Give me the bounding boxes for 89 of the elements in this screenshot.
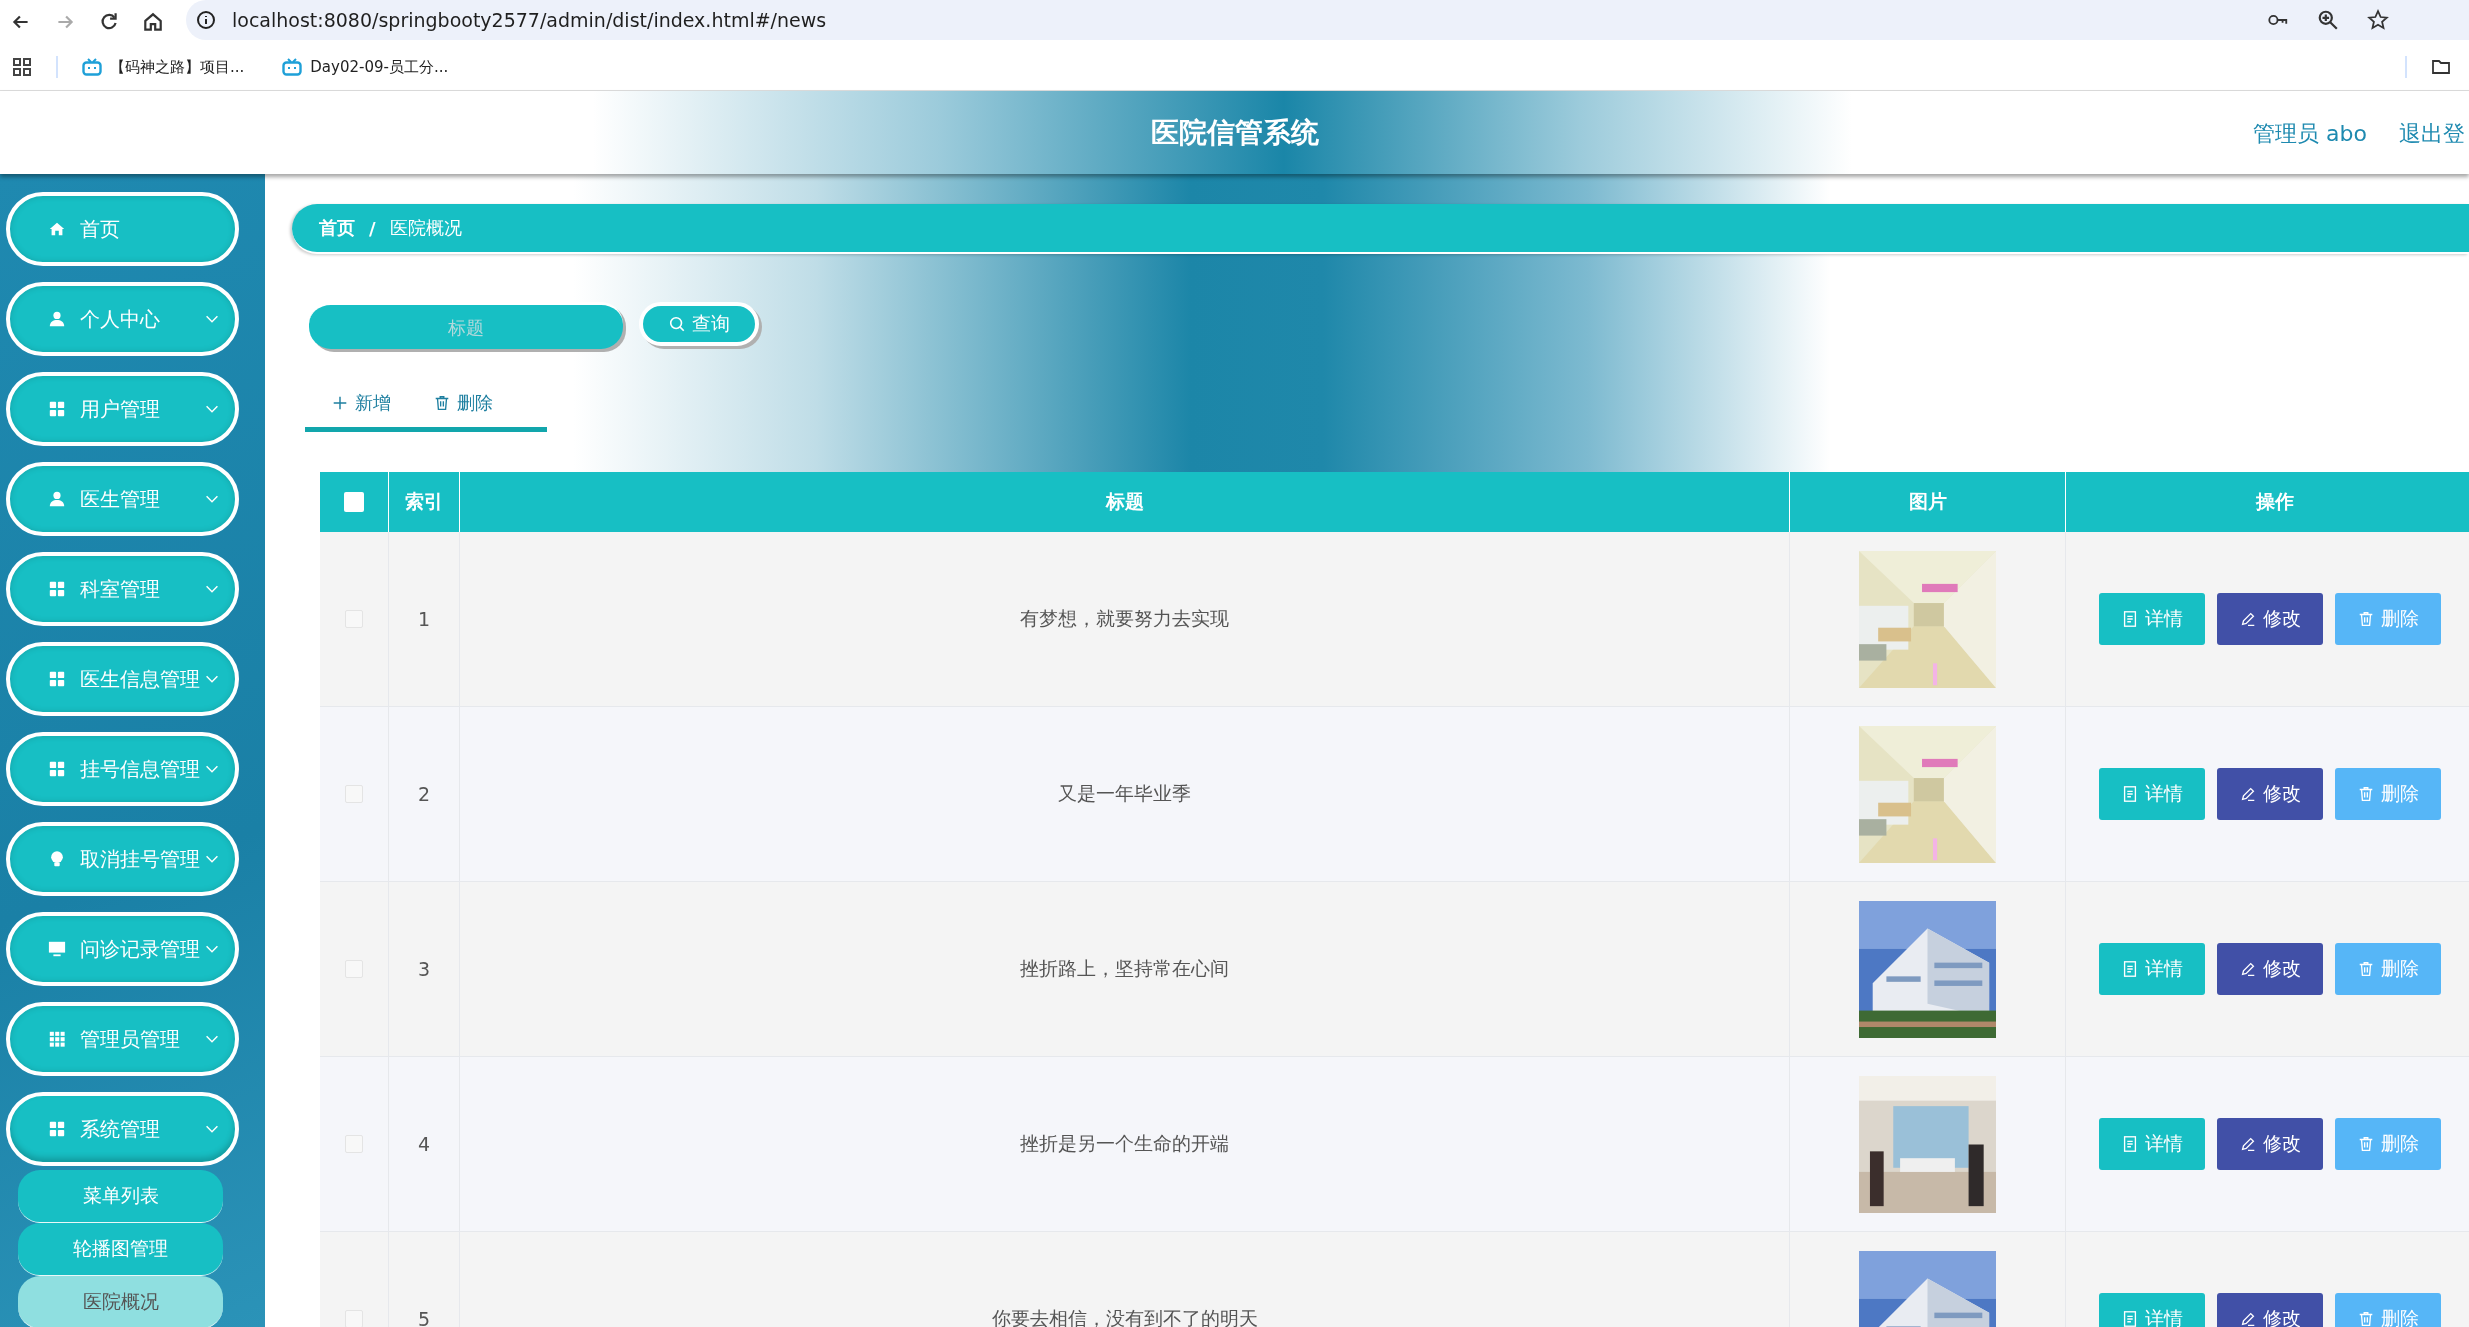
delete-button[interactable]: 删除 bbox=[2335, 593, 2441, 645]
document-icon bbox=[2121, 785, 2139, 803]
user-icon bbox=[48, 310, 66, 328]
pencil-icon bbox=[2239, 960, 2257, 978]
submenu-item[interactable]: 菜单列表 bbox=[18, 1170, 223, 1223]
edit-button[interactable]: 修改 bbox=[2217, 768, 2323, 820]
bookmark[interactable]: 【码神之路】项目... bbox=[82, 57, 245, 77]
menu-item[interactable]: 挂号信息管理 bbox=[6, 732, 239, 806]
search-button[interactable]: 查询 bbox=[639, 302, 759, 346]
user-link[interactable]: 管理员 abo bbox=[2253, 119, 2367, 149]
grid-icon bbox=[48, 580, 66, 598]
table-cell: 你要去相信，没有到不了的明天 bbox=[991, 1306, 1258, 1327]
zoom-icon[interactable] bbox=[2317, 9, 2339, 31]
trash-icon bbox=[433, 394, 451, 412]
menu-item[interactable]: 管理员管理 bbox=[6, 1002, 239, 1076]
edit-button[interactable]: 修改 bbox=[2217, 593, 2323, 645]
pencil-icon bbox=[2239, 1135, 2257, 1153]
breadcrumb-link[interactable]: 首页 bbox=[319, 216, 355, 240]
trash-icon bbox=[2357, 1135, 2375, 1153]
info-icon bbox=[196, 10, 216, 30]
bookmark[interactable]: Day02-09-员工分... bbox=[282, 57, 449, 77]
table-cell: 1 bbox=[417, 608, 431, 630]
pencil-icon bbox=[2239, 785, 2257, 803]
app-title: 医院信管系统 bbox=[1150, 114, 1319, 151]
detail-button[interactable]: 详情 bbox=[2099, 593, 2205, 645]
grid-icon bbox=[48, 1120, 66, 1138]
document-icon bbox=[2121, 610, 2139, 628]
table-cell-text: 挫折是另一个生命的开端 bbox=[1020, 1131, 1229, 1156]
home-icon[interactable] bbox=[142, 11, 164, 33]
menu-item[interactable]: 首页 bbox=[6, 192, 239, 266]
folder-icon[interactable] bbox=[2431, 57, 2451, 77]
plus-icon bbox=[331, 394, 349, 412]
menu-item[interactable]: 问诊记录管理 bbox=[6, 912, 239, 986]
menu-item[interactable]: 用户管理 bbox=[6, 372, 239, 446]
select-all-checkbox[interactable] bbox=[344, 492, 364, 512]
grid-icon bbox=[48, 670, 66, 688]
trash-icon bbox=[2357, 610, 2375, 628]
pencil-icon bbox=[2239, 610, 2257, 628]
table-cell: 3 bbox=[417, 958, 431, 980]
grid-icon bbox=[48, 760, 66, 778]
menu-item[interactable]: 个人中心 bbox=[6, 282, 239, 356]
apps-icon[interactable] bbox=[12, 57, 32, 77]
table-cell-text: 有梦想，就要努力去实现 bbox=[1020, 606, 1229, 631]
grid-icon bbox=[48, 1030, 66, 1048]
table-cell: 2 bbox=[417, 783, 431, 805]
menu-item[interactable]: 取消挂号管理 bbox=[6, 822, 239, 896]
edit-button[interactable]: 修改 bbox=[2217, 1118, 2323, 1170]
monitor-icon bbox=[48, 940, 66, 958]
home-icon bbox=[48, 220, 66, 238]
edit-button[interactable]: 修改 bbox=[2217, 943, 2323, 995]
tv-icon bbox=[82, 58, 102, 76]
star-icon[interactable] bbox=[2367, 9, 2389, 31]
logout-link[interactable]: 退出登 bbox=[2399, 119, 2465, 149]
trash-icon bbox=[2357, 960, 2375, 978]
breadcrumb-link[interactable]: 医院概况 bbox=[389, 216, 462, 240]
trash-icon bbox=[2357, 785, 2375, 803]
document-icon bbox=[2121, 1135, 2139, 1153]
add-button[interactable]: 新增 bbox=[305, 385, 407, 421]
breadcrumb-separator: / bbox=[369, 217, 376, 239]
title-search-field[interactable]: 标题 bbox=[309, 302, 623, 349]
delete-button[interactable]: 删除 bbox=[2335, 1293, 2441, 1327]
submenu-item[interactable]: 轮播图管理 bbox=[18, 1223, 223, 1276]
menu-item[interactable]: 科室管理 bbox=[6, 552, 239, 626]
submenu-item[interactable]: 医院概况 bbox=[18, 1276, 223, 1327]
search-icon bbox=[668, 315, 686, 333]
delete-button[interactable]: 删除 bbox=[2335, 768, 2441, 820]
grid-icon bbox=[48, 400, 66, 418]
detail-button[interactable]: 详情 bbox=[2099, 1293, 2205, 1327]
delete-button[interactable]: 删除 bbox=[2335, 943, 2441, 995]
document-icon bbox=[2121, 960, 2139, 978]
detail-button[interactable]: 详情 bbox=[2099, 768, 2205, 820]
delete-button[interactable]: 删除 bbox=[2335, 1118, 2441, 1170]
table-cell-text: 挫折路上，坚持常在心间 bbox=[1020, 956, 1229, 981]
menu-item[interactable]: 医生信息管理 bbox=[6, 642, 239, 716]
menu-item[interactable]: 医生管理 bbox=[6, 462, 239, 536]
bulb-icon bbox=[48, 850, 66, 868]
detail-button[interactable]: 详情 bbox=[2099, 943, 2205, 995]
document-icon bbox=[2121, 1310, 2139, 1327]
table-cell-text: 又是一年毕业季 bbox=[1058, 781, 1191, 806]
table-cell: 4 bbox=[417, 1133, 431, 1155]
user-icon bbox=[48, 490, 66, 508]
address-bar[interactable]: localhost:8080/springbooty2577/admin/dist/index.html#/news bbox=[186, 0, 2469, 40]
menu-item[interactable]: 系统管理 bbox=[6, 1092, 239, 1166]
table-cell: 5 bbox=[417, 1308, 431, 1327]
tv-icon bbox=[282, 58, 303, 76]
pencil-icon bbox=[2239, 1310, 2257, 1327]
delete-button[interactable]: 删除 bbox=[407, 385, 509, 421]
trash-icon bbox=[2357, 1310, 2375, 1327]
detail-button[interactable]: 详情 bbox=[2099, 1118, 2205, 1170]
